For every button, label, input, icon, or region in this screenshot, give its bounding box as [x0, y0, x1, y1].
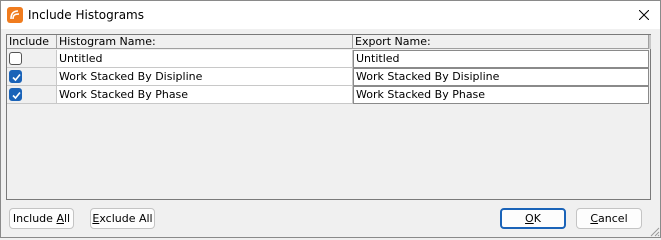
- histogram-grid[interactable]: Include Histogram Name: Export Name: Unt…: [6, 34, 651, 200]
- title-bar: Include Histograms: [1, 1, 660, 29]
- button-mnemonic: A: [56, 212, 64, 225]
- table-row: Work Stacked By Disipline Work Stacked B…: [7, 68, 652, 86]
- export-name-field[interactable]: Untitled: [353, 50, 649, 68]
- export-name-field[interactable]: Work Stacked By Disipline: [353, 68, 649, 86]
- include-histograms-dialog: Include Histograms Include Histogram Nam…: [0, 0, 661, 238]
- table-row: Untitled Untitled: [7, 50, 652, 68]
- cancel-button[interactable]: Cancel: [576, 208, 642, 229]
- app-logo-icon: [7, 7, 23, 23]
- button-label: xclude All: [99, 212, 153, 225]
- checkmark-icon: [12, 73, 21, 82]
- column-header-export-name[interactable]: Export Name:: [353, 35, 649, 49]
- histogram-name-cell[interactable]: Work Stacked By Disipline: [57, 68, 353, 86]
- histogram-name-cell[interactable]: Work Stacked By Phase: [57, 86, 353, 104]
- close-icon: [639, 10, 649, 20]
- table-row: Work Stacked By Phase Work Stacked By Ph…: [7, 86, 652, 104]
- button-label: Include: [12, 212, 57, 225]
- include-cell: [7, 50, 57, 68]
- include-checkbox[interactable]: [9, 52, 22, 65]
- column-header-histogram-name[interactable]: Histogram Name:: [57, 35, 353, 49]
- column-header-include[interactable]: Include: [7, 35, 57, 49]
- ok-button[interactable]: OK: [500, 208, 566, 229]
- button-label: ancel: [598, 212, 628, 225]
- histogram-name-cell[interactable]: Untitled: [57, 50, 353, 68]
- include-checkbox[interactable]: [9, 70, 22, 83]
- include-checkbox[interactable]: [9, 88, 22, 101]
- include-cell: [7, 86, 57, 104]
- button-mnemonic: O: [525, 212, 534, 225]
- checkmark-icon: [12, 91, 21, 100]
- export-name-field[interactable]: Work Stacked By Phase: [353, 86, 649, 104]
- resize-grip-icon[interactable]: [648, 225, 660, 237]
- column-header-filler: [649, 35, 651, 49]
- include-cell: [7, 68, 57, 86]
- button-label: K: [533, 212, 541, 225]
- button-mnemonic: C: [590, 212, 599, 225]
- include-all-button[interactable]: Include All: [9, 208, 74, 229]
- button-label: ll: [63, 212, 71, 225]
- window-title: Include Histograms: [28, 8, 144, 22]
- close-button[interactable]: [634, 6, 654, 24]
- exclude-all-button[interactable]: Exclude All: [90, 208, 155, 229]
